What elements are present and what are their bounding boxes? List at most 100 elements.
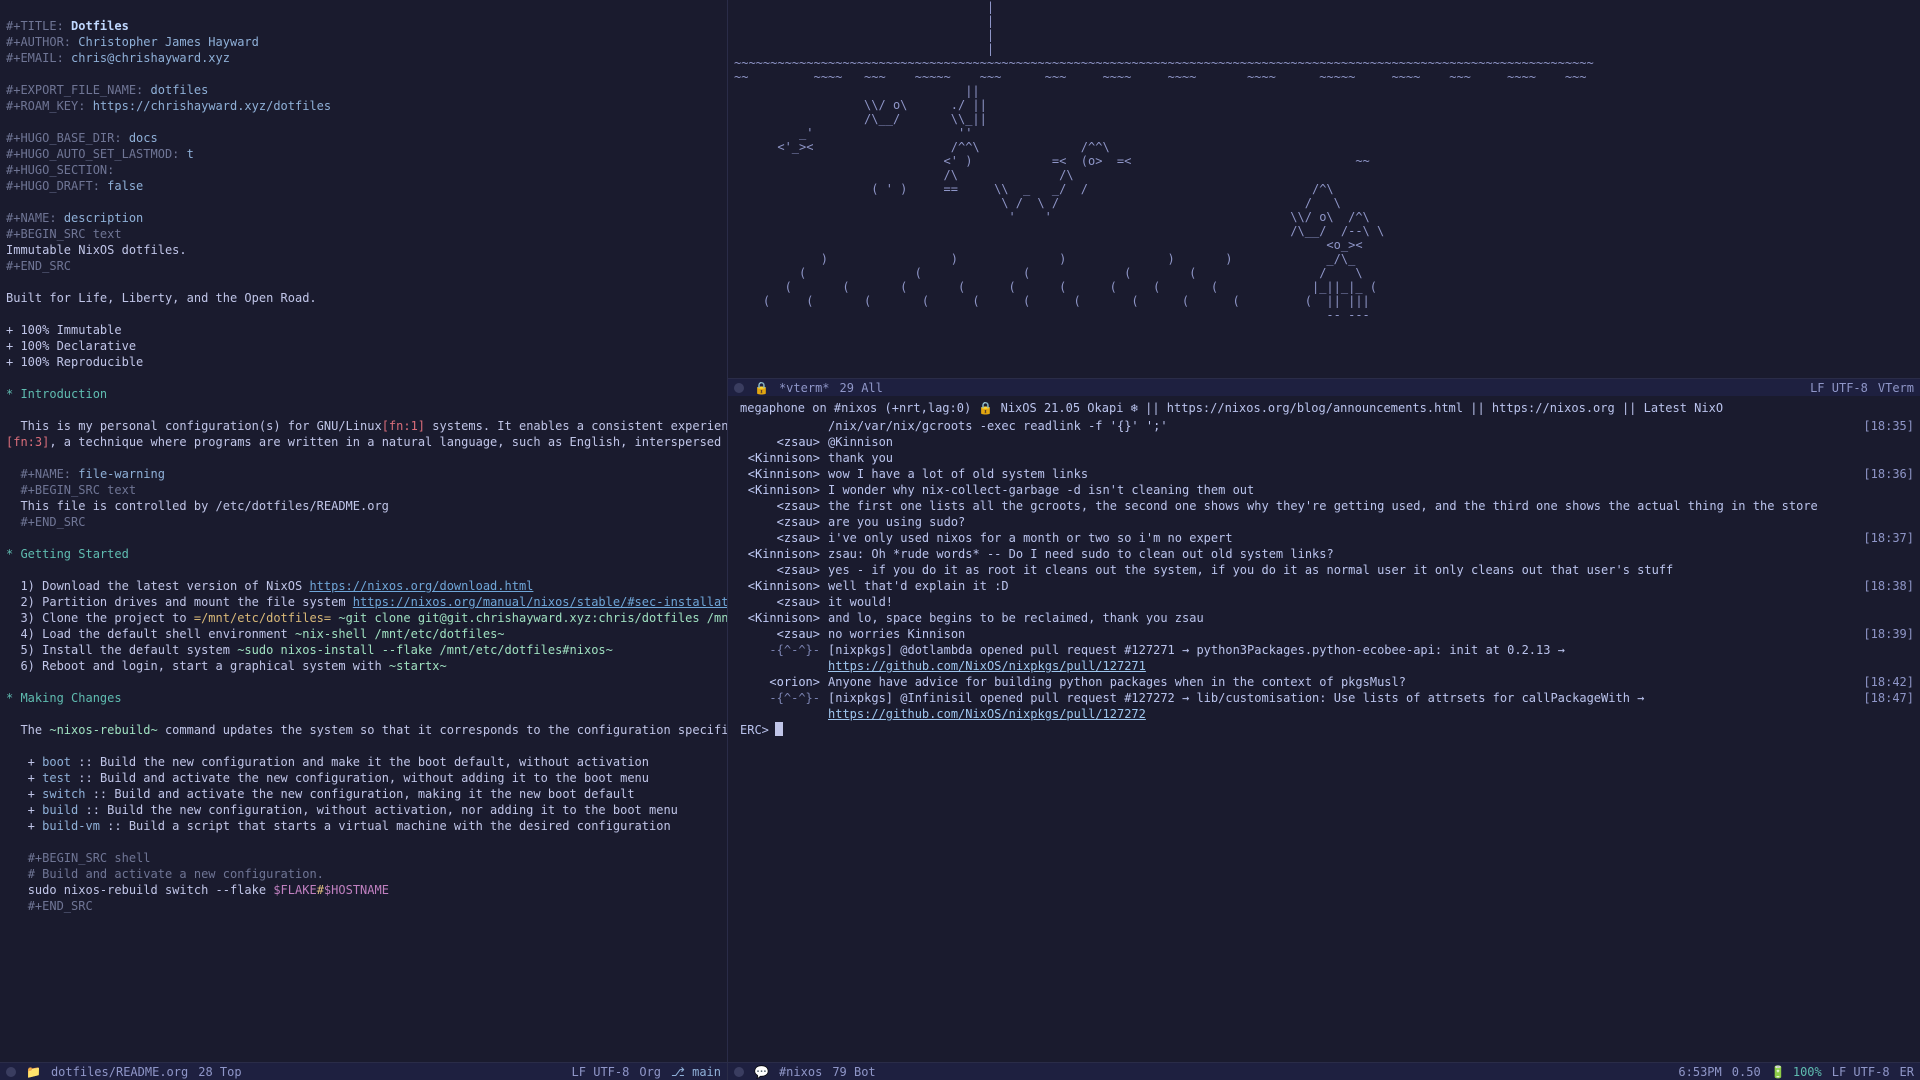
erc-timestamp <box>1844 498 1914 514</box>
erc-nick: <zsau> <box>734 562 824 578</box>
erc-text: i've only used nixos for a month or two … <box>824 530 1844 546</box>
erc-message: -{^-^}-[nixpkgs] @dotlambda opened pull … <box>734 642 1914 674</box>
battery-icon: 🔋 100% <box>1771 1064 1822 1080</box>
manual-link[interactable]: https://nixos.org/manual/nixos/stable/#s… <box>353 595 727 609</box>
erc-timestamp <box>1844 610 1914 626</box>
erc-nick: <zsau> <box>734 498 824 514</box>
erc-message: <Kinnison>I wonder why nix-collect-garba… <box>734 482 1914 498</box>
heading-making-changes: * Making Changes <box>6 691 122 705</box>
erc-text: I wonder why nix-collect-garbage -d isn'… <box>824 482 1844 498</box>
cursor <box>775 722 783 736</box>
org-kw: #+TITLE: <box>6 19 64 33</box>
erc-nick: <Kinnison> <box>734 546 824 562</box>
erc-text: and lo, space begins to be reclaimed, th… <box>824 610 1844 626</box>
erc-message: <Kinnison>zsau: Oh *rude words* -- Do I … <box>734 546 1914 562</box>
download-link[interactable]: https://nixos.org/download.html <box>309 579 533 593</box>
erc-input-row[interactable]: ERC> <box>734 722 1914 738</box>
erc-nick: <Kinnison> <box>734 482 824 498</box>
erc-timestamp <box>1844 562 1914 578</box>
heading-intro: * Introduction <box>6 387 107 401</box>
buffer-name: dotfiles/README.org <box>51 1064 188 1080</box>
erc-message: <zsau>are you using sudo? <box>734 514 1914 530</box>
modified-indicator <box>6 1067 16 1077</box>
erc-nick: <zsau> <box>734 514 824 530</box>
lock-icon: 🔒 <box>754 380 769 396</box>
erc-nick: <Kinnison> <box>734 578 824 594</box>
erc-timestamp <box>1844 482 1914 498</box>
load: 0.50 <box>1732 1064 1761 1080</box>
erc-text: thank you <box>824 450 1844 466</box>
clock: 6:53PM <box>1678 1064 1721 1080</box>
erc-nick: <zsau> <box>734 594 824 610</box>
org-title: Dotfiles <box>71 19 129 33</box>
buffer-name: *vterm* <box>779 380 830 396</box>
erc-nick: <Kinnison> <box>734 610 824 626</box>
erc-timestamp: [18:37] <box>1844 530 1914 546</box>
erc-message: <zsau>it would! <box>734 594 1914 610</box>
erc-nick: <Kinnison> <box>734 450 824 466</box>
erc-message: <Kinnison>thank you <box>734 450 1914 466</box>
major-mode: Org <box>639 1064 661 1080</box>
erc-text: well that'd explain it :D <box>824 578 1844 594</box>
erc-message: <zsau>the first one lists all the gcroot… <box>734 498 1914 514</box>
erc-text: [nixpkgs] @Infinisil opened pull request… <box>824 690 1844 722</box>
erc-text: the first one lists all the gcroots, the… <box>824 498 1844 514</box>
erc-nick: <zsau> <box>734 434 824 450</box>
erc-timestamp: [18:36] <box>1844 466 1914 482</box>
ascii-art: | | | | ~~~~~~~~~~~~~~~~~~~~~~~~~~~~~~~~… <box>734 0 1914 322</box>
position: 28 Top <box>198 1064 241 1080</box>
erc-timestamp: [18:42] <box>1844 674 1914 690</box>
chat-icon: 💬 <box>754 1064 769 1080</box>
erc-timestamp <box>1844 642 1914 674</box>
erc-timestamp <box>1844 514 1914 530</box>
vterm-pane[interactable]: | | | | ~~~~~~~~~~~~~~~~~~~~~~~~~~~~~~~~… <box>728 0 1920 378</box>
erc-nick: <zsau> <box>734 626 824 642</box>
erc-link[interactable]: https://github.com/NixOS/nixpkgs/pull/12… <box>828 707 1146 721</box>
erc-modeline: 💬 #nixos 79 Bot 6:53PM 0.50 🔋 100% LF UT… <box>728 1062 1920 1080</box>
erc-text: Anyone have advice for building python p… <box>824 674 1844 690</box>
erc-timestamp <box>1844 594 1914 610</box>
erc-text: zsau: Oh *rude words* -- Do I need sudo … <box>824 546 1844 562</box>
erc-message: <zsau>no worries Kinnison[18:39] <box>734 626 1914 642</box>
erc-text: yes - if you do it as root it cleans out… <box>824 562 1844 578</box>
erc-message: <Kinnison>and lo, space begins to be rec… <box>734 610 1914 626</box>
erc-nick: <Kinnison> <box>734 466 824 482</box>
erc-timestamp <box>1844 546 1914 562</box>
vterm-modeline: 🔒 *vterm* 29 All LF UTF-8 VTerm <box>728 378 1920 396</box>
channel-name: #nixos <box>779 1064 822 1080</box>
erc-topic: megaphone on #nixos (+nrt,lag:0) 🔒 NixOS… <box>734 398 1914 418</box>
erc-message: -{^-^}-[nixpkgs] @Infinisil opened pull … <box>734 690 1914 722</box>
heading-getting-started: * Getting Started <box>6 547 129 561</box>
folder-icon: 📁 <box>26 1064 41 1080</box>
erc-prompt: ERC> <box>740 722 775 738</box>
erc-text: are you using sudo? <box>824 514 1844 530</box>
position: 29 All <box>840 380 883 396</box>
erc-nick: -{^-^}- <box>734 690 824 722</box>
erc-text: wow I have a lot of old system links <box>824 466 1844 482</box>
tagline: Built for Life, Liberty, and the Open Ro… <box>6 291 317 305</box>
erc-timestamp: [18:38] <box>1844 578 1914 594</box>
erc-timestamp: [18:39] <box>1844 626 1914 642</box>
editor-modeline: 📁 dotfiles/README.org 28 Top LF UTF-8 Or… <box>0 1062 727 1080</box>
vcs-branch: ⎇ main <box>671 1064 721 1080</box>
erc-message: <zsau>i've only used nixos for a month o… <box>734 530 1914 546</box>
position: 79 Bot <box>832 1064 875 1080</box>
erc-nick: -{^-^}- <box>734 642 824 674</box>
erc-timestamp <box>1844 434 1914 450</box>
erc-text: @Kinnison <box>824 434 1844 450</box>
erc-nick: <orion> <box>734 674 824 690</box>
editor-pane[interactable]: #+TITLE: Dotfiles #+AUTHOR: Christopher … <box>0 0 727 1062</box>
erc-nick: <zsau> <box>734 530 824 546</box>
major-mode: VTerm <box>1878 380 1914 396</box>
erc-link[interactable]: https://github.com/NixOS/nixpkgs/pull/12… <box>828 659 1146 673</box>
erc-message: <orion>Anyone have advice for building p… <box>734 674 1914 690</box>
erc-text: it would! <box>824 594 1844 610</box>
erc-text: [nixpkgs] @dotlambda opened pull request… <box>824 642 1844 674</box>
erc-text: no worries Kinnison <box>824 626 1844 642</box>
erc-timestamp: [18:47] <box>1844 690 1914 722</box>
erc-message: <Kinnison>well that'd explain it :D[18:3… <box>734 578 1914 594</box>
erc-timestamp <box>1844 450 1914 466</box>
erc-pane[interactable]: megaphone on #nixos (+nrt,lag:0) 🔒 NixOS… <box>728 396 1920 1062</box>
major-mode: ER <box>1900 1064 1914 1080</box>
erc-message: <zsau>@Kinnison <box>734 434 1914 450</box>
